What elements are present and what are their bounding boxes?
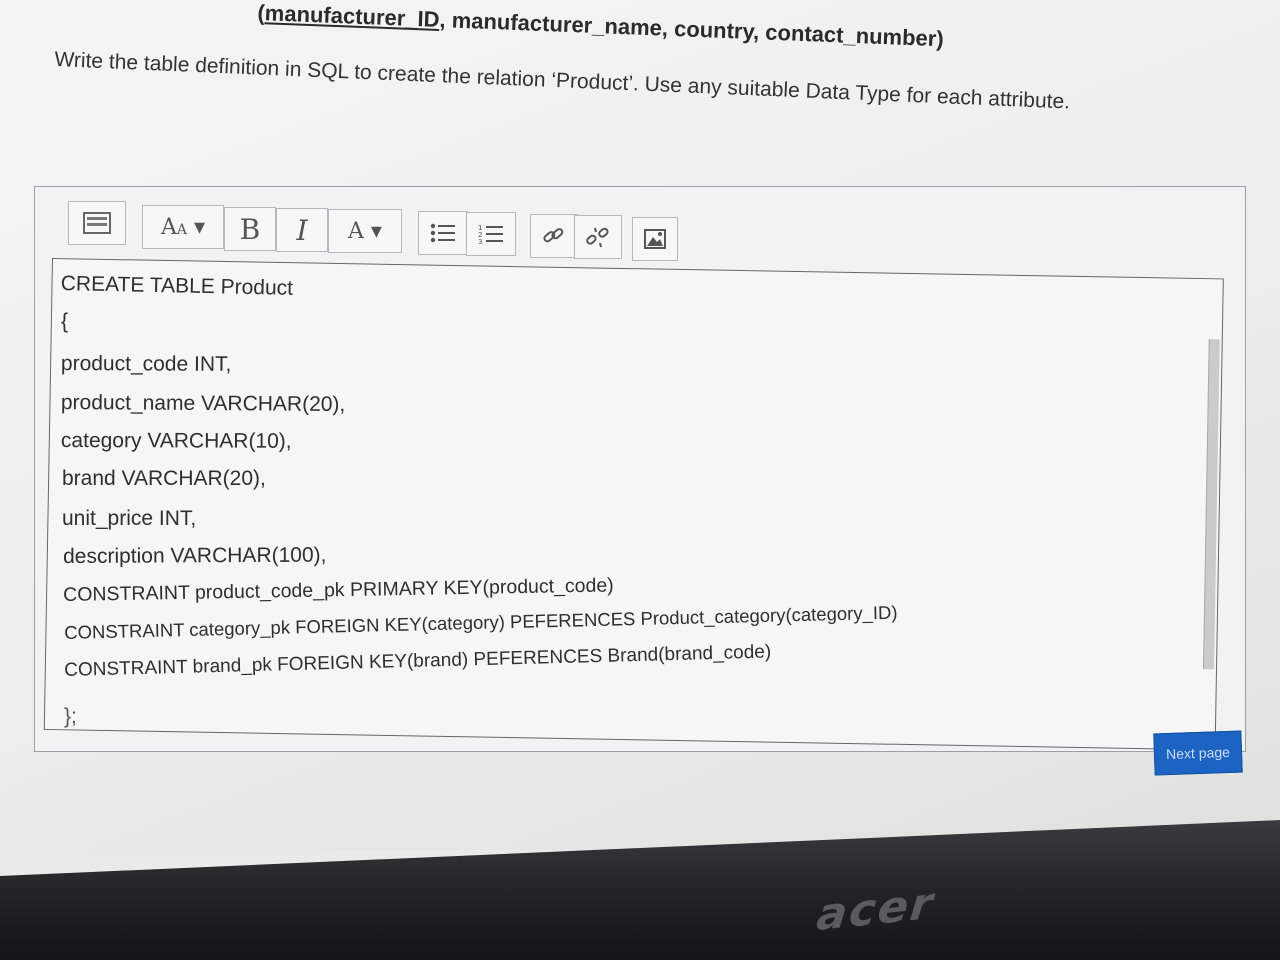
code-line: }; bbox=[64, 705, 77, 728]
toggle-toolbar-icon bbox=[83, 212, 111, 234]
heading-underlined-attribute: manufacturer_ID bbox=[264, 0, 441, 32]
unlink-icon bbox=[586, 225, 610, 249]
question-instruction: Write the table definition in SQL to cre… bbox=[54, 48, 1071, 114]
code-line: category VARCHAR(10), bbox=[60, 429, 292, 453]
code-line: { bbox=[61, 310, 69, 333]
code-line: unit_price INT, bbox=[62, 507, 197, 530]
italic-button[interactable]: I bbox=[276, 208, 328, 252]
italic-icon: I bbox=[296, 213, 308, 247]
font-size-label: A bbox=[160, 214, 177, 240]
unlink-button[interactable] bbox=[574, 215, 622, 259]
link-button[interactable] bbox=[530, 214, 578, 258]
question-heading: (manufacturer_ID, manufacturer_name, cou… bbox=[257, 0, 944, 52]
bold-icon: B bbox=[239, 212, 261, 246]
heading-attributes: , manufacturer_name, country, contact_nu… bbox=[439, 6, 945, 52]
bullet-list-button[interactable] bbox=[418, 211, 468, 255]
toggle-toolbar-button[interactable] bbox=[68, 201, 126, 245]
screen: (manufacturer_ID, manufacturer_name, cou… bbox=[0, 0, 1280, 850]
svg-text:3: 3 bbox=[478, 238, 482, 245]
text-color-button[interactable]: A ▾ bbox=[328, 209, 402, 253]
textarea-scrollbar[interactable] bbox=[1202, 339, 1220, 670]
text-color-icon: A ▾ bbox=[348, 218, 382, 244]
image-icon bbox=[644, 229, 666, 249]
next-page-button[interactable]: Next page bbox=[1153, 730, 1243, 776]
monitor-brand-logo: acer bbox=[814, 878, 938, 941]
numbered-list-button[interactable]: 123 bbox=[466, 212, 516, 256]
code-line: description VARCHAR(100), bbox=[63, 543, 327, 568]
numbered-list-icon: 123 bbox=[478, 223, 504, 245]
text-color-label: A bbox=[348, 218, 364, 244]
code-line: brand VARCHAR(20), bbox=[62, 467, 266, 490]
editor-toolbar: AA ▾ B I A ▾ 123 bbox=[54, 195, 1229, 261]
bullet-list-icon bbox=[430, 222, 456, 244]
link-icon bbox=[542, 224, 566, 248]
insert-image-button[interactable] bbox=[632, 217, 678, 261]
bold-button[interactable]: B bbox=[224, 207, 276, 251]
code-line: product_code INT, bbox=[60, 352, 232, 376]
code-line: product_name VARCHAR(20), bbox=[60, 391, 346, 416]
font-size-button[interactable]: AA ▾ bbox=[142, 205, 224, 249]
font-size-icon: AA ▾ bbox=[160, 214, 206, 240]
code-line: CREATE TABLE Product bbox=[60, 272, 294, 300]
